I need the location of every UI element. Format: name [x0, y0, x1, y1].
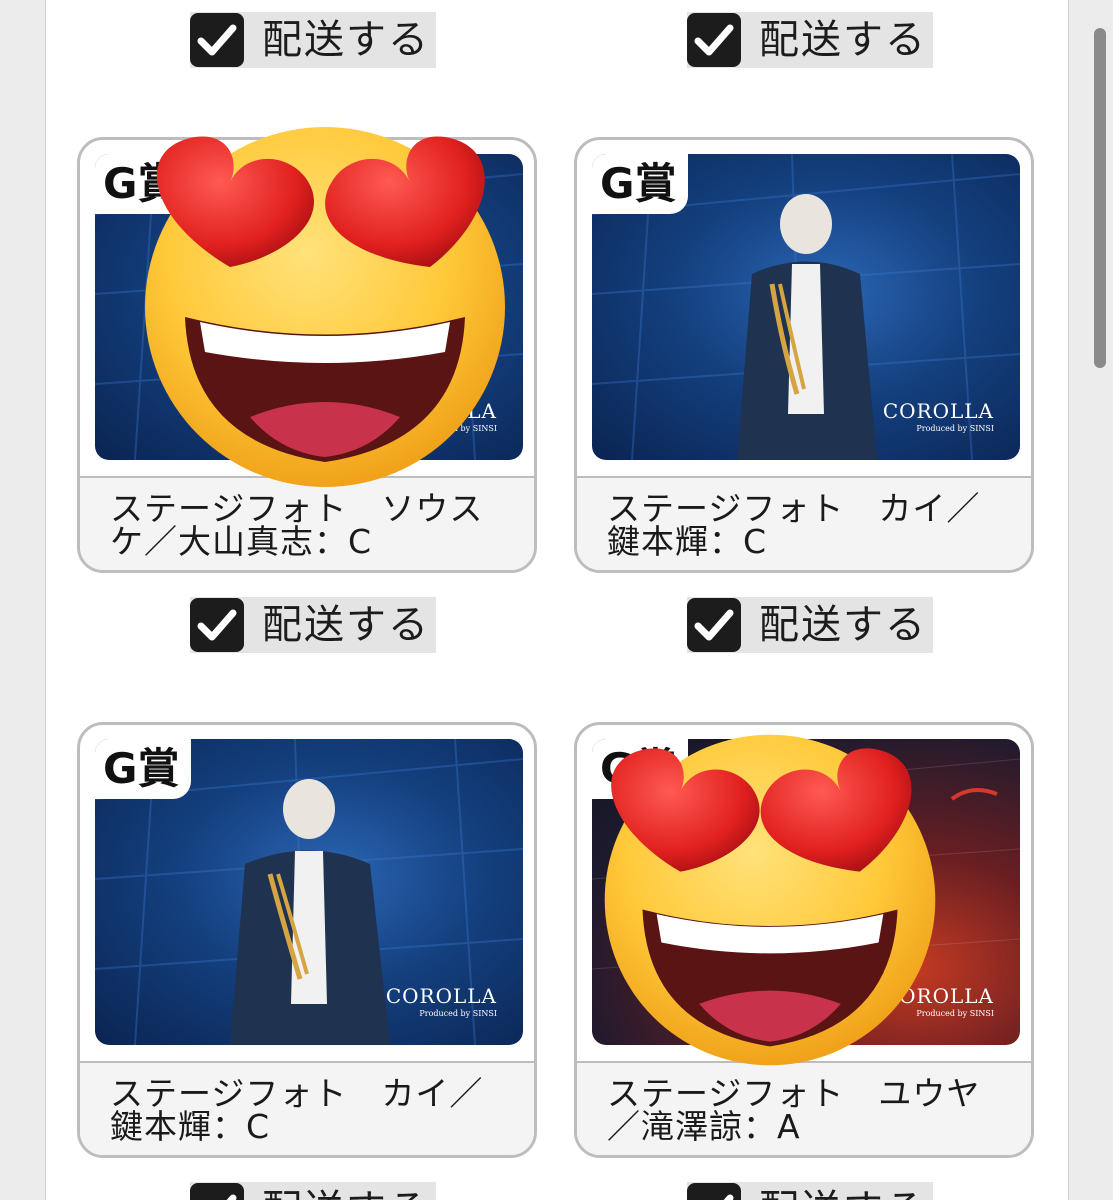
prize-card[interactable]: G賞 COROLLA Produced by SINSI ステージフォト カイ／鍵…: [77, 722, 537, 1158]
page: 配送する 配送する G賞 COROLLAProduced by SINSI ステ…: [0, 0, 1113, 1200]
deliver-checkbox-row1-left[interactable]: 配送する: [190, 597, 436, 653]
prize-badge: G賞: [95, 739, 192, 799]
deliver-label: 配送する: [759, 602, 927, 648]
scrollbar-thumb[interactable]: [1094, 28, 1106, 368]
card-caption: ステージフォト カイ／鍵本輝：C: [80, 1063, 534, 1155]
card-caption: ステージフォト ソウスケ／大山真志：C: [80, 478, 534, 570]
card-title: ステージフォト ユウヤ／滝澤諒：A: [607, 1074, 981, 1146]
stage-photo: G賞 COROLLAProduced by SINSI: [592, 154, 1020, 460]
heart-eyes-emoji: [604, 734, 936, 1066]
card-title: ステージフォト ソウスケ／大山真志：C: [110, 489, 484, 561]
checkmark-icon[interactable]: [687, 1183, 741, 1200]
stage-photo: G賞 COROLLAProduced by SINSI: [95, 739, 523, 1045]
deliver-checkbox-row0-left[interactable]: 配送する: [190, 12, 436, 68]
brand-logo: COROLLAProduced by SINSI: [385, 984, 497, 1018]
heart-eyes-emoji: [145, 127, 505, 487]
brand-logo: COROLLAProduced by SINSI: [882, 399, 994, 433]
performer-figure: [230, 779, 390, 1045]
deliver-label: 配送する: [759, 17, 927, 63]
card-title: ステージフォト カイ／鍵本輝：C: [607, 489, 981, 561]
deliver-label: 配送する: [262, 17, 430, 63]
deliver-checkbox-row2-right[interactable]: 配送する: [687, 1182, 933, 1200]
prize-badge: G賞: [592, 154, 689, 214]
checkmark-icon[interactable]: [190, 13, 244, 67]
deliver-checkbox-row2-left[interactable]: 配送する: [190, 1182, 436, 1200]
checkmark-icon[interactable]: [687, 13, 741, 67]
checkmark-icon[interactable]: [687, 598, 741, 652]
card-caption: ステージフォト ユウヤ／滝澤諒：A: [577, 1063, 1031, 1155]
deliver-checkbox-row1-right[interactable]: 配送する: [687, 597, 933, 653]
deliver-label: 配送する: [262, 1182, 430, 1200]
performer-figure: [737, 194, 877, 460]
prize-card[interactable]: G賞 COROLLA Produced by SINSI ステージフォト カイ／鍵…: [574, 137, 1034, 573]
deliver-checkbox-row0-right[interactable]: 配送する: [687, 12, 933, 68]
checkmark-icon[interactable]: [190, 598, 244, 652]
checkmark-icon[interactable]: [190, 1183, 244, 1200]
card-caption: ステージフォト カイ／鍵本輝：C: [577, 478, 1031, 570]
deliver-label: 配送する: [759, 1182, 927, 1200]
deliver-label: 配送する: [262, 602, 430, 648]
card-title: ステージフォト カイ／鍵本輝：C: [110, 1074, 484, 1146]
